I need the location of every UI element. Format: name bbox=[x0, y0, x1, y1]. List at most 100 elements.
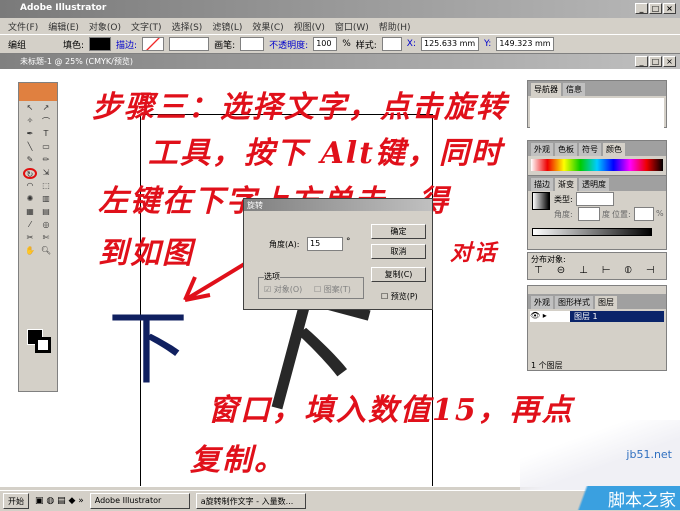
pen-tool-icon[interactable]: ✒ bbox=[23, 129, 37, 140]
slice-tool-icon[interactable]: ✂ bbox=[23, 233, 37, 244]
menu-view[interactable]: 视图(V) bbox=[294, 20, 325, 34]
cancel-button[interactable]: 取消 bbox=[371, 244, 426, 259]
start-button[interactable]: 开始 bbox=[3, 492, 29, 509]
deg-label: 度 bbox=[602, 210, 610, 219]
gradient-angle-input[interactable] bbox=[578, 207, 600, 221]
close-button[interactable]: × bbox=[663, 3, 676, 14]
rect-tool-icon[interactable]: ▭ bbox=[39, 142, 53, 153]
style-select[interactable] bbox=[381, 37, 402, 51]
stroke-swatch[interactable] bbox=[142, 37, 165, 51]
tab-transparency[interactable]: 透明度 bbox=[579, 178, 609, 191]
free-transform-icon[interactable]: ⬚ bbox=[39, 181, 53, 192]
tab-appearance2[interactable]: 外观 bbox=[531, 296, 553, 309]
document-title-bar: 未标题-1 @ 25% (CMYK/预览) _ □ × bbox=[0, 54, 680, 69]
tab-info[interactable]: 信息 bbox=[563, 83, 585, 96]
angle-input[interactable]: 15 bbox=[307, 237, 343, 251]
menu-bar: 文件(F) 编辑(E) 对象(O) 文字(T) 选择(S) 滤镜(L) 效果(C) 视图(V)… bbox=[0, 18, 680, 34]
distribute-left-icon[interactable]: ⊢ bbox=[602, 265, 611, 276]
y-input[interactable]: 149.323 mm bbox=[496, 37, 555, 51]
tab-layers[interactable]: 图层 bbox=[595, 296, 617, 309]
menu-type[interactable]: 文字(T) bbox=[131, 20, 162, 34]
zoom-tool-icon[interactable]: 🔍︎ bbox=[39, 246, 53, 257]
pencil-tool-icon[interactable]: ✏ bbox=[39, 155, 53, 166]
title-bar: Adobe Illustrator _ □ × bbox=[0, 0, 680, 18]
copy-button[interactable]: 复制(C) bbox=[371, 267, 426, 282]
gradient-preview bbox=[532, 192, 550, 210]
ok-button[interactable]: 确定 bbox=[371, 224, 426, 239]
fill-swatch[interactable] bbox=[89, 37, 112, 51]
distribute-vcenter-icon[interactable]: ⊝ bbox=[557, 265, 565, 276]
fill-label: 填色: bbox=[63, 40, 85, 51]
warp-tool-icon[interactable]: ◠ bbox=[23, 181, 37, 192]
brush-select[interactable] bbox=[240, 37, 265, 51]
doc-minimize-button[interactable]: _ bbox=[635, 56, 648, 67]
style-label: 样式: bbox=[355, 40, 377, 51]
tab-navigator[interactable]: 导航器 bbox=[531, 83, 561, 96]
tab-swatches[interactable]: 色板 bbox=[555, 143, 577, 156]
tab-graphic-styles[interactable]: 图形样式 bbox=[555, 296, 593, 309]
taskbar-item-illustrator[interactable]: Adobe Illustrator bbox=[89, 492, 190, 509]
lasso-icon[interactable]: ⌒ bbox=[39, 116, 53, 127]
document-title: 未标题-1 @ 25% (CMYK/预览) bbox=[20, 57, 133, 66]
stroke-color-box[interactable] bbox=[35, 337, 51, 353]
eye-icon[interactable]: 👁︎ ▸ bbox=[530, 311, 570, 322]
brush-label: 画笔: bbox=[214, 40, 236, 51]
maximize-button[interactable]: □ bbox=[649, 3, 662, 14]
menu-file[interactable]: 文件(F) bbox=[8, 20, 38, 34]
mesh-tool-icon[interactable]: ▦ bbox=[23, 207, 37, 218]
distribute-right-icon[interactable]: ⊣ bbox=[646, 265, 655, 276]
magic-wand-icon[interactable]: ✧ bbox=[23, 116, 37, 127]
layer-row[interactable]: 👁︎ ▸ 图层 1 bbox=[530, 311, 664, 322]
minimize-button[interactable]: _ bbox=[635, 3, 648, 14]
location-input[interactable] bbox=[634, 207, 654, 221]
tab-gradient[interactable]: 渐变 bbox=[555, 178, 577, 191]
hand-tool-icon[interactable]: ✋ bbox=[23, 246, 37, 257]
navigator-panel: 导航器 信息 bbox=[527, 80, 667, 128]
blend-tool-icon[interactable]: ◎ bbox=[39, 220, 53, 231]
menu-window[interactable]: 窗口(W) bbox=[335, 20, 369, 34]
patterns-checkbox[interactable]: ☐ 图案(T) bbox=[314, 284, 351, 295]
menu-filter[interactable]: 滤镜(L) bbox=[212, 20, 242, 34]
stroke-weight-select[interactable] bbox=[169, 37, 210, 51]
angle-label: 角度: bbox=[554, 210, 573, 219]
tab-appearance[interactable]: 外观 bbox=[531, 143, 553, 156]
preview-checkbox[interactable]: ☐ 预览(P) bbox=[381, 291, 418, 302]
navigator-preview[interactable] bbox=[530, 98, 664, 128]
type-select[interactable] bbox=[576, 192, 614, 206]
brush-tool-icon[interactable]: ✎ bbox=[23, 155, 37, 166]
graph-tool-icon[interactable]: ▥ bbox=[39, 194, 53, 205]
gradient-tool-icon[interactable]: ▤ bbox=[39, 207, 53, 218]
color-spectrum[interactable] bbox=[531, 159, 663, 171]
dialog-title: 旋转 bbox=[244, 199, 432, 211]
eyedropper-icon[interactable]: ⁄ bbox=[23, 220, 37, 231]
distribute-top-icon[interactable]: ⊤ bbox=[534, 265, 543, 276]
symbol-tool-icon[interactable]: ✺ bbox=[23, 194, 37, 205]
doc-maximize-button[interactable]: □ bbox=[649, 56, 662, 67]
menu-effect[interactable]: 效果(C) bbox=[252, 20, 283, 34]
direct-select-icon[interactable]: ↗ bbox=[39, 103, 53, 114]
line-tool-icon[interactable]: ╲ bbox=[23, 142, 37, 153]
tab-color[interactable]: 颜色 bbox=[603, 143, 625, 156]
menu-select[interactable]: 选择(S) bbox=[172, 20, 203, 34]
type-tool-icon[interactable]: T bbox=[39, 129, 53, 140]
tab-stroke[interactable]: 描边 bbox=[531, 178, 553, 191]
menu-object[interactable]: 对象(O) bbox=[89, 20, 121, 34]
x-input[interactable]: 125.633 mm bbox=[421, 37, 479, 51]
selection-tool-icon[interactable]: ↖ bbox=[23, 103, 37, 114]
pct: % bbox=[342, 39, 351, 49]
taskbar-item-document[interactable]: a旋转制作文字 - 入量数... bbox=[195, 492, 306, 509]
doc-close-button[interactable]: × bbox=[663, 56, 676, 67]
distribute-hcenter-icon[interactable]: ⦶ bbox=[625, 265, 632, 276]
distribute-bottom-icon[interactable]: ⊥ bbox=[579, 265, 588, 276]
scale-tool-icon[interactable]: ⇲ bbox=[39, 168, 53, 179]
menu-help[interactable]: 帮助(H) bbox=[379, 20, 411, 34]
tab-symbols[interactable]: 符号 bbox=[579, 143, 601, 156]
scissors-icon[interactable]: ✄ bbox=[39, 233, 53, 244]
opacity-input[interactable]: 100 bbox=[313, 37, 338, 51]
objects-checkbox[interactable]: ☑ 对象(O) bbox=[264, 284, 302, 295]
gradient-slider[interactable] bbox=[532, 228, 652, 236]
rotate-tool-icon[interactable]: ↻ bbox=[23, 168, 37, 179]
quicklaunch-icons[interactable]: ▣ ◍ ▤ ◆ » bbox=[35, 496, 84, 506]
menu-edit[interactable]: 编辑(E) bbox=[48, 20, 79, 34]
layer-name[interactable]: 图层 1 bbox=[570, 311, 664, 322]
